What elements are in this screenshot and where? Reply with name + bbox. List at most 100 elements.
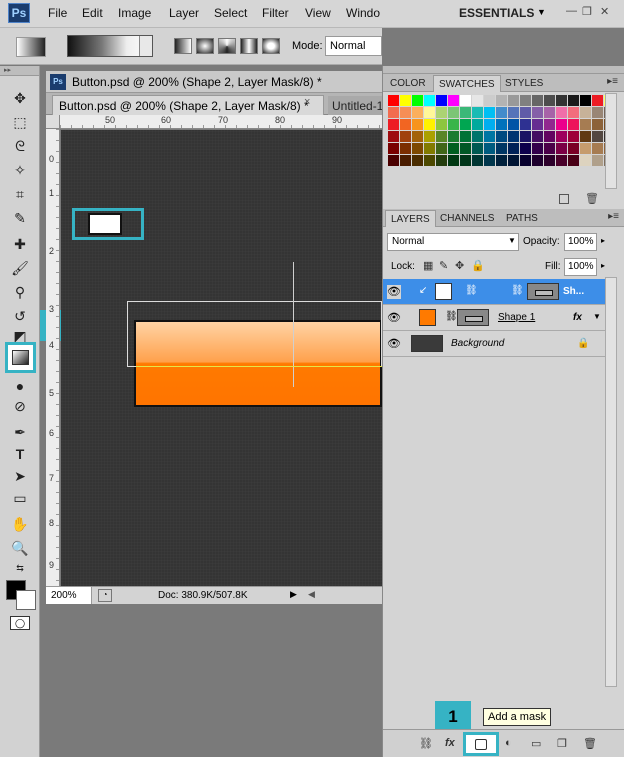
link-layers-icon[interactable]: ⛓ [419, 737, 433, 750]
workspace-switcher[interactable]: ESSENTIALS [459, 6, 534, 20]
color-swatch[interactable] [556, 143, 567, 154]
color-swatch[interactable] [520, 95, 531, 106]
tool-preset-picker[interactable] [16, 37, 46, 57]
gradient-picker[interactable] [67, 35, 153, 57]
layer-thumbnail[interactable] [435, 283, 452, 300]
opacity-slider-icon[interactable]: ▸ [601, 236, 605, 245]
color-swatch[interactable] [424, 119, 435, 130]
lock-all-icon[interactable]: 🔒 [471, 259, 485, 272]
vector-mask-thumbnail[interactable] [457, 309, 489, 326]
color-swatch[interactable] [520, 119, 531, 130]
color-swatch[interactable] [484, 107, 495, 118]
history-brush-tool-icon[interactable]: ↺ [8, 306, 32, 326]
color-swatch[interactable] [448, 107, 459, 118]
hand-tool-icon[interactable]: ✋ [8, 514, 32, 534]
color-swatch[interactable] [544, 107, 555, 118]
magic-wand-tool-icon[interactable]: ✧ [8, 160, 32, 180]
menu-view[interactable]: View [305, 6, 331, 20]
color-swatch[interactable] [580, 107, 591, 118]
radial-gradient-icon[interactable] [196, 38, 214, 54]
color-swatch[interactable] [424, 107, 435, 118]
color-swatch[interactable] [532, 107, 543, 118]
color-swatch[interactable] [508, 95, 519, 106]
color-swatch[interactable] [556, 119, 567, 130]
layer-name[interactable]: Background [451, 338, 504, 349]
link-icon[interactable]: ⛓ [511, 285, 524, 296]
fill-slider-icon[interactable]: ▸ [601, 261, 605, 270]
new-swatch-icon[interactable] [559, 194, 569, 204]
menu-image[interactable]: Image [118, 6, 151, 20]
color-swatch[interactable] [400, 155, 411, 166]
move-tool-icon[interactable]: ✥ [8, 88, 32, 108]
color-swatch[interactable] [412, 95, 423, 106]
color-swatch[interactable] [544, 143, 555, 154]
ruler-origin[interactable] [46, 115, 60, 129]
color-swatch[interactable] [580, 131, 591, 142]
color-swatch[interactable] [592, 107, 603, 118]
close-icon[interactable]: ✕ [600, 5, 609, 18]
color-swatch[interactable] [388, 119, 399, 130]
color-swatch[interactable] [436, 107, 447, 118]
color-swatch[interactable] [508, 131, 519, 142]
color-swatch[interactable] [400, 131, 411, 142]
color-swatch[interactable] [412, 155, 423, 166]
color-swatch[interactable] [508, 119, 519, 130]
fx-icon[interactable]: fx [445, 737, 455, 749]
color-swatch[interactable] [472, 119, 483, 130]
color-swatch[interactable] [484, 95, 495, 106]
opacity-input[interactable]: 100% [564, 233, 597, 251]
tab-channels[interactable]: CHANNELS [435, 210, 499, 227]
color-swatch[interactable] [388, 131, 399, 142]
color-swatch[interactable] [388, 107, 399, 118]
color-swatch[interactable] [496, 119, 507, 130]
color-swatch[interactable] [460, 143, 471, 154]
color-swatch[interactable] [412, 119, 423, 130]
color-swatch[interactable] [424, 131, 435, 142]
color-swatch[interactable] [568, 107, 579, 118]
color-swatch[interactable] [412, 131, 423, 142]
color-swatch[interactable] [508, 107, 519, 118]
color-swatch[interactable] [568, 155, 579, 166]
color-swatch[interactable] [436, 95, 447, 106]
type-tool-icon[interactable]: T [8, 444, 32, 464]
color-swatch[interactable] [388, 155, 399, 166]
color-swatch[interactable] [436, 119, 447, 130]
healing-brush-tool-icon[interactable]: ✚ [8, 234, 32, 254]
color-swatch[interactable] [532, 155, 543, 166]
color-swatch[interactable] [544, 155, 555, 166]
mode-select[interactable]: Normal [325, 36, 382, 56]
color-swatch[interactable] [472, 143, 483, 154]
new-layer-icon[interactable]: ❐ [557, 737, 567, 750]
color-swatch[interactable] [568, 131, 579, 142]
color-swatch[interactable] [424, 143, 435, 154]
adjustment-layer-icon[interactable]: ◐ [505, 737, 512, 749]
color-swatch[interactable] [484, 143, 495, 154]
color-swatch[interactable] [424, 155, 435, 166]
zoom-field[interactable]: 200% [46, 587, 92, 604]
tab-paths[interactable]: PATHS [501, 210, 543, 227]
layer-name[interactable]: Shape 1 [498, 312, 535, 323]
lasso-tool-icon[interactable]: ᘓ [8, 136, 32, 156]
restore-icon[interactable]: ❐ [582, 5, 592, 18]
expand-effects-icon[interactable]: ▼ [593, 312, 601, 321]
chevron-down-icon[interactable]: ▼ [537, 7, 546, 17]
color-swatch[interactable] [556, 155, 567, 166]
color-swatch[interactable] [412, 143, 423, 154]
color-swatch[interactable] [472, 131, 483, 142]
color-swatch[interactable] [448, 95, 459, 106]
color-swatch[interactable] [388, 95, 399, 106]
layer-mask-thumbnail[interactable] [88, 213, 122, 235]
color-swatch[interactable] [484, 119, 495, 130]
delete-layer-icon[interactable]: 🗑 [583, 737, 597, 750]
close-tab-icon[interactable]: × [304, 96, 310, 108]
new-group-icon[interactable]: ▭ [531, 737, 541, 750]
color-swatch[interactable] [448, 119, 459, 130]
color-swatch[interactable] [568, 143, 579, 154]
color-swatch[interactable] [484, 131, 495, 142]
shape-tool-icon[interactable]: ▭ [8, 488, 32, 508]
color-swatch[interactable] [568, 119, 579, 130]
color-swatch[interactable] [400, 143, 411, 154]
color-swatch[interactable] [532, 95, 543, 106]
horizontal-ruler[interactable]: 50 60 70 80 90 [60, 115, 382, 129]
color-swatch[interactable] [508, 155, 519, 166]
